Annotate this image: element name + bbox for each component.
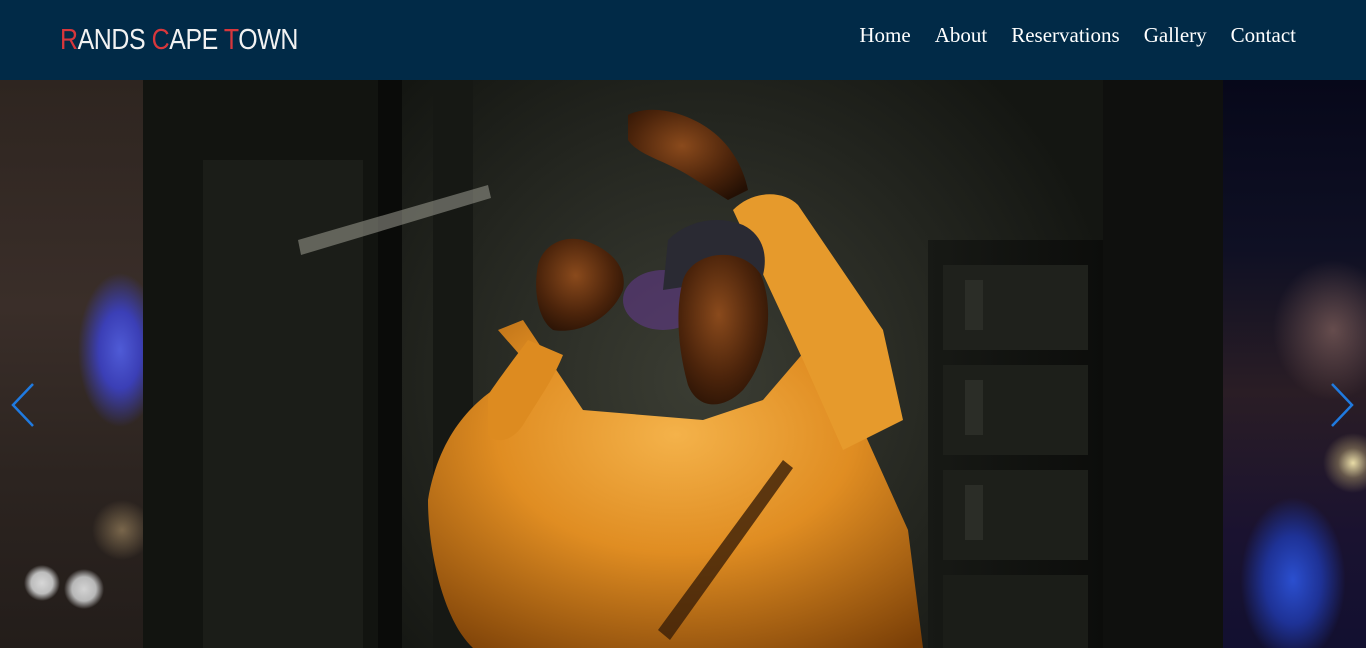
performer-raised-hand: [628, 109, 748, 200]
logo-cap-c: C: [151, 24, 170, 56]
performer-left-hand: [536, 238, 624, 331]
main-nav: Home About Reservations Gallery Contact: [859, 22, 1296, 48]
chevron-left-icon: [11, 383, 34, 427]
performer-photo: [143, 80, 1223, 648]
chevron-right-icon: [1331, 383, 1354, 427]
logo-cap-r: R: [60, 24, 78, 56]
carousel-slide-prev-peek[interactable]: [0, 80, 143, 648]
nav-link-home[interactable]: Home: [859, 22, 910, 48]
speaker-stack: [928, 240, 1103, 648]
performer-face: [678, 254, 769, 405]
mic-stand-pole: [378, 80, 402, 648]
nav-link-gallery[interactable]: Gallery: [1144, 22, 1207, 48]
nav-link-contact[interactable]: Contact: [1231, 22, 1296, 48]
nav-link-about[interactable]: About: [935, 22, 988, 48]
logo-cap-t: T: [223, 24, 239, 56]
image-carousel: [0, 80, 1366, 648]
logo-word-rands: ANDS: [77, 24, 152, 56]
carousel-prev-button[interactable]: [8, 380, 38, 430]
top-navbar: RANDS CAPE TOWN Home About Reservations …: [0, 0, 1366, 80]
stage-shadow-right: [1103, 80, 1223, 648]
site-logo[interactable]: RANDS CAPE TOWN: [60, 22, 298, 58]
carousel-next-button[interactable]: [1327, 380, 1357, 430]
nav-link-reservations[interactable]: Reservations: [1011, 22, 1119, 48]
carousel-slide-next-peek[interactable]: [1223, 80, 1366, 648]
logo-word-cape: APE: [169, 24, 224, 56]
carousel-slide-active: [143, 80, 1223, 648]
logo-word-town: OWN: [238, 24, 298, 56]
